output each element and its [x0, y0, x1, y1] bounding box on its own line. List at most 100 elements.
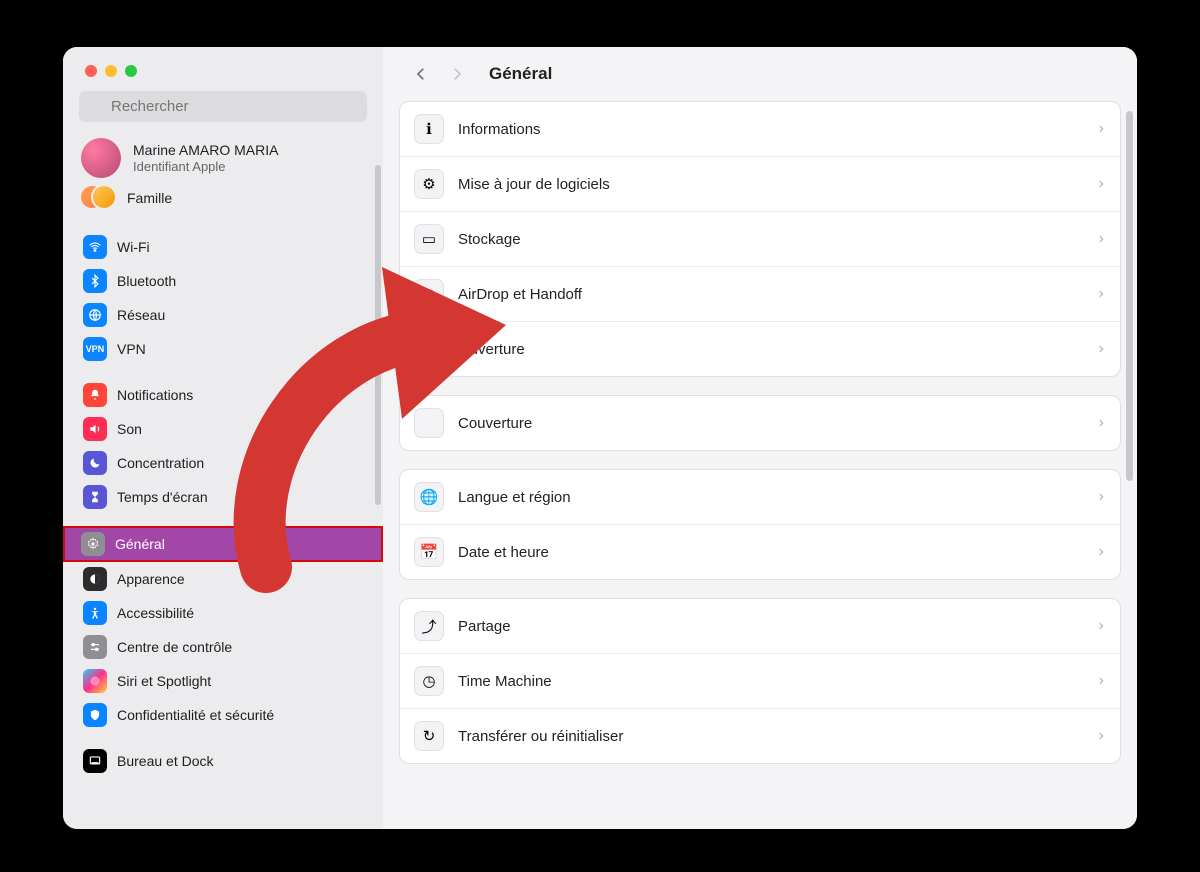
- settings-group: 🌐 Langue et région 📅 Date et heure: [399, 469, 1121, 580]
- accessibility-icon: [83, 601, 107, 625]
- chevron-right-icon: [1096, 545, 1106, 559]
- sidebar-item-label: VPN: [117, 341, 146, 357]
- window-controls: [63, 65, 383, 77]
- siri-icon: [83, 669, 107, 693]
- chevron-right-icon: [1096, 490, 1106, 504]
- sidebar-item-control-center[interactable]: Centre de contrôle: [65, 630, 381, 664]
- search-input[interactable]: [79, 91, 367, 122]
- chevron-right-icon: [1096, 287, 1106, 301]
- settings-row-label: Informations: [458, 121, 1082, 138]
- language-icon: 🌐: [414, 482, 444, 512]
- settings-row-language[interactable]: 🌐 Langue et région: [400, 470, 1120, 524]
- sidebar-item-accessibility[interactable]: Accessibilité: [65, 596, 381, 630]
- applecare-icon: [414, 408, 444, 438]
- toolbar: Général: [383, 47, 1137, 101]
- vpn-icon: VPN: [83, 337, 107, 361]
- settings-row-login-items[interactable]: ☰Ouverture: [400, 321, 1120, 376]
- sidebar-item-family[interactable]: Famille: [63, 186, 383, 218]
- settings-row-applecare[interactable]: Couverture: [400, 396, 1120, 450]
- gear-icon: [81, 532, 105, 556]
- info-icon: ℹ︎: [414, 114, 444, 144]
- sidebar-item-label: Accessibilité: [117, 605, 194, 621]
- sidebar-item-label: Siri et Spotlight: [117, 673, 211, 689]
- sidebar-item-sound[interactable]: Son: [65, 412, 381, 446]
- transfer-reset-icon: ↻: [414, 721, 444, 751]
- sidebar-item-label: Apparence: [117, 571, 185, 587]
- sound-icon: [83, 417, 107, 441]
- sidebar-item-privacy[interactable]: Confidentialité et sécurité: [65, 698, 381, 732]
- chevron-right-icon: [1096, 232, 1106, 246]
- sidebar-item-label: Réseau: [117, 307, 165, 323]
- date-time-icon: 📅: [414, 537, 444, 567]
- account-subtitle: Identifiant Apple: [133, 159, 278, 175]
- settings-row-date-time[interactable]: 📅 Date et heure: [400, 524, 1120, 579]
- bluetooth-icon: [83, 269, 107, 293]
- family-avatars: [81, 186, 115, 210]
- settings-row-software-update[interactable]: ⚙︎Mise à jour de logiciels: [400, 156, 1120, 211]
- forward-button[interactable]: [443, 60, 471, 88]
- globe-icon: [83, 303, 107, 327]
- bell-icon: [83, 383, 107, 407]
- sidebar-item-label: Son: [117, 421, 142, 437]
- back-button[interactable]: [407, 60, 435, 88]
- time-machine-icon: ◷: [414, 666, 444, 696]
- sidebar-item-label: Confidentialité et sécurité: [117, 707, 274, 723]
- settings-row-storage[interactable]: ▭Stockage: [400, 211, 1120, 266]
- settings-row-time-machine[interactable]: ◷ Time Machine: [400, 653, 1120, 708]
- airdrop-icon: ◎: [414, 279, 444, 309]
- settings-row-label: Time Machine: [458, 673, 1082, 690]
- settings-row-info[interactable]: ℹ︎ Informations: [400, 102, 1120, 156]
- appearance-icon: [83, 567, 107, 591]
- dock-icon: [83, 749, 107, 773]
- chevron-right-icon: [1096, 416, 1106, 430]
- sidebar-item-label: Bluetooth: [117, 273, 176, 289]
- minimize-window-icon[interactable]: [105, 65, 117, 77]
- chevron-right-icon: [1096, 122, 1106, 136]
- settings-row-label: Transférer ou réinitialiser: [458, 728, 1082, 745]
- account-name: Marine AMARO MARIA: [133, 142, 278, 159]
- sidebar-item-moon[interactable]: Concentration: [65, 446, 381, 480]
- sidebar-item-label: Notifications: [117, 387, 193, 403]
- sidebar-item-label: Wi-Fi: [117, 239, 150, 255]
- sidebar: Marine AMARO MARIA Identifiant Apple Fam…: [63, 47, 383, 829]
- settings-row-airdrop[interactable]: ◎ AirDrop et Handoff: [400, 266, 1120, 321]
- sidebar-item-gear[interactable]: Général: [63, 526, 383, 562]
- sidebar-item-dock[interactable]: Bureau et Dock: [65, 744, 381, 778]
- sidebar-item-label: Centre de contrôle: [117, 639, 232, 655]
- sidebar-item-vpn[interactable]: VPN VPN: [65, 332, 381, 366]
- sidebar-item-bell[interactable]: Notifications: [65, 378, 381, 412]
- settings-row-label: Couverture: [458, 415, 1082, 432]
- settings-row-label: Date et heure: [458, 544, 1082, 561]
- settings-row-label: Langue et région: [458, 489, 1082, 506]
- settings-row-sharing[interactable]: ⤴︎ Partage: [400, 599, 1120, 653]
- chevron-right-icon: [1096, 729, 1106, 743]
- chevron-right-icon: [1096, 674, 1106, 688]
- sidebar-item-wifi[interactable]: Wi-Fi: [65, 230, 381, 264]
- zoom-window-icon[interactable]: [125, 65, 137, 77]
- sidebar-item-label: Temps d'écran: [117, 489, 208, 505]
- sidebar-item-label: Général: [115, 536, 165, 552]
- sidebar-item-apple-id[interactable]: Marine AMARO MARIA Identifiant Apple: [63, 134, 383, 186]
- sidebar-item-label: Concentration: [117, 455, 204, 471]
- settings-row-label: Partage: [458, 618, 1082, 635]
- sidebar-item-globe[interactable]: Réseau: [65, 298, 381, 332]
- hourglass-icon: [83, 485, 107, 509]
- moon-icon: [83, 451, 107, 475]
- sharing-icon: ⤴︎: [414, 611, 444, 641]
- settings-row-transfer-reset[interactable]: ↻ Transférer ou réinitialiser: [400, 708, 1120, 763]
- close-window-icon[interactable]: [85, 65, 97, 77]
- sidebar-item-hourglass[interactable]: Temps d'écran: [65, 480, 381, 514]
- login-items-icon: ☰: [414, 334, 444, 364]
- settings-group: ⤴︎ Partage ◷ Time Machine ↻ Transférer ou réi…: [399, 598, 1121, 764]
- sidebar-item-siri[interactable]: Siri et Spotlight: [65, 664, 381, 698]
- sidebar-item-bluetooth[interactable]: Bluetooth: [65, 264, 381, 298]
- page-title: Général: [489, 64, 552, 84]
- privacy-icon: [83, 703, 107, 727]
- chevron-right-icon: [1096, 619, 1106, 633]
- wifi-icon: [83, 235, 107, 259]
- sidebar-item-appearance[interactable]: Apparence: [65, 562, 381, 596]
- chevron-right-icon: [1096, 177, 1106, 191]
- settings-row-label: Stockage: [458, 231, 1082, 248]
- settings-row-label: AirDrop et Handoff: [458, 286, 1082, 303]
- control-center-icon: [83, 635, 107, 659]
